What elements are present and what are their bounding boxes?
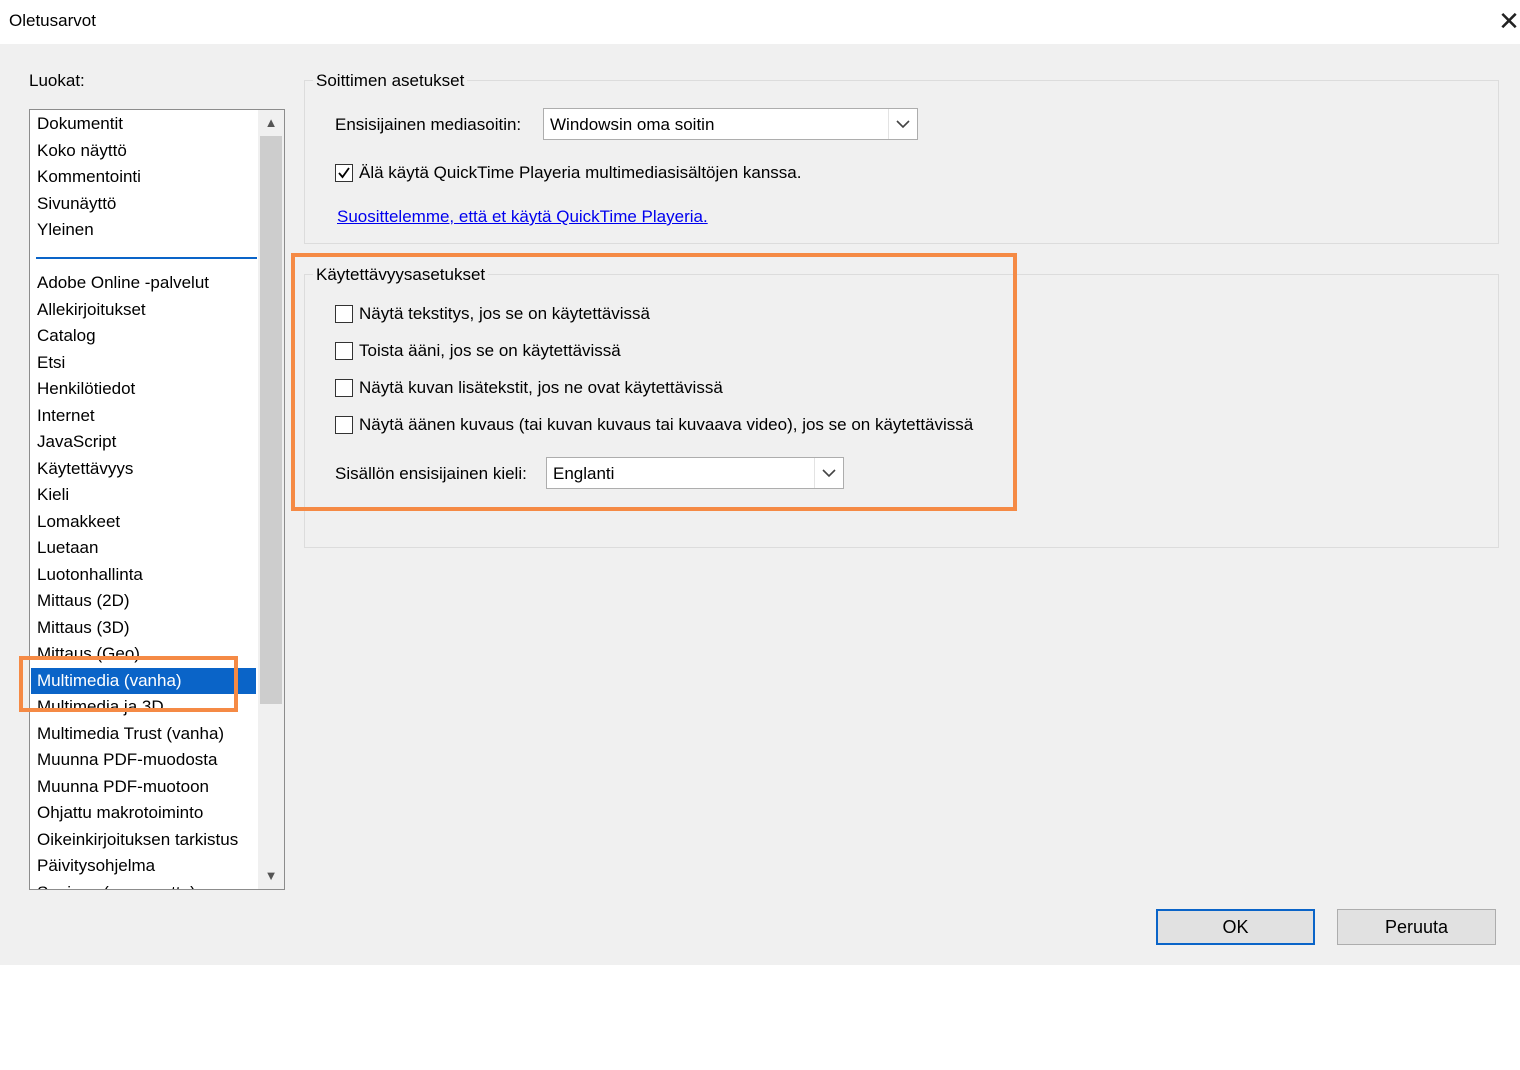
list-item[interactable]: Päivitysohjelma xyxy=(31,853,256,879)
list-item[interactable]: Oikeinkirjoituksen tarkistus xyxy=(31,827,256,853)
title-bar: Oletusarvot ✕ xyxy=(0,0,1520,44)
highlight-box-category xyxy=(19,656,238,712)
list-item[interactable]: Catalog xyxy=(31,323,256,349)
list-item[interactable]: Ohjattu makrotoiminto xyxy=(31,800,256,826)
scroll-down-icon[interactable]: ▼ xyxy=(258,863,284,889)
highlight-box-accessibility xyxy=(291,253,1017,511)
list-item[interactable]: Etsi xyxy=(31,350,256,376)
ok-button[interactable]: OK xyxy=(1156,909,1315,945)
media-player-label: Ensisijainen mediasoitin: xyxy=(335,115,522,134)
list-scrollbar[interactable]: ▲ ▼ xyxy=(258,110,284,889)
list-item[interactable]: Mittaus (2D) xyxy=(31,588,256,614)
window-title: Oletusarvot xyxy=(9,11,96,30)
close-icon[interactable]: ✕ xyxy=(1494,6,1520,36)
list-item[interactable]: Luetaan xyxy=(31,535,256,561)
list-item[interactable]: Yleinen xyxy=(31,217,256,243)
category-separator xyxy=(36,257,257,259)
list-item[interactable]: Lomakkeet xyxy=(31,509,256,535)
list-item[interactable]: Dokumentit xyxy=(31,111,256,137)
list-item[interactable]: Suojaus (parannettu) xyxy=(31,880,256,889)
media-player-value: Windowsin oma soitin xyxy=(550,115,715,134)
list-item[interactable]: Kieli xyxy=(31,482,256,508)
list-item[interactable]: Allekirjoitukset xyxy=(31,297,256,323)
list-item[interactable]: Sivunäyttö xyxy=(31,191,256,217)
list-item[interactable]: Adobe Online -palvelut xyxy=(31,270,256,296)
list-item[interactable]: Muunna PDF-muotoon xyxy=(31,774,256,800)
player-settings-title: Soittimen asetukset xyxy=(313,71,468,91)
list-item[interactable]: Henkilötiedot xyxy=(31,376,256,402)
list-item[interactable]: Mittaus (3D) xyxy=(31,615,256,641)
list-item[interactable]: Kommentointi xyxy=(31,164,256,190)
scrollbar-thumb[interactable] xyxy=(260,136,282,704)
list-item[interactable]: JavaScript xyxy=(31,429,256,455)
list-item[interactable]: Luotonhallinta xyxy=(31,562,256,588)
scroll-up-icon[interactable]: ▲ xyxy=(258,110,284,136)
list-item[interactable]: Koko näyttö xyxy=(31,138,256,164)
list-item[interactable]: Multimedia Trust (vanha) xyxy=(31,721,256,747)
list-item[interactable]: Käytettävyys xyxy=(31,456,256,482)
media-player-select[interactable]: Windowsin oma soitin xyxy=(543,108,918,140)
chevron-down-icon[interactable] xyxy=(888,109,917,139)
cancel-button[interactable]: Peruuta xyxy=(1337,909,1496,945)
quicktime-checkbox[interactable] xyxy=(335,164,353,182)
quicktime-checkbox-label: Älä käytä QuickTime Playeria multimedias… xyxy=(359,163,802,182)
list-item[interactable]: Muunna PDF-muodosta xyxy=(31,747,256,773)
list-item[interactable]: Internet xyxy=(31,403,256,429)
categories-list[interactable]: Dokumentit Koko näyttö Kommentointi Sivu… xyxy=(29,109,285,890)
quicktime-recommendation-link[interactable]: Suosittelemme, että et käytä QuickTime P… xyxy=(337,207,708,227)
categories-label: Luokat: xyxy=(29,71,85,90)
